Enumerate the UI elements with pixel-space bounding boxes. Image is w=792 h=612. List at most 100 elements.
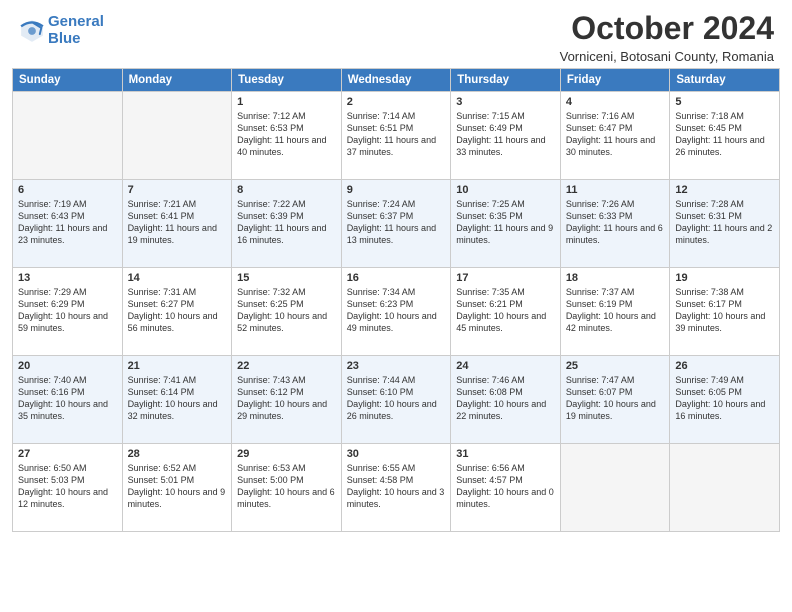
logo-general: General bbox=[48, 13, 104, 30]
calendar-cell: 30Sunrise: 6:55 AM Sunset: 4:58 PM Dayli… bbox=[341, 444, 451, 532]
logo: General Blue bbox=[18, 14, 104, 47]
calendar-week-row: 1 Sunrise: 7:12 AM Sunset: 6:53 PM Daylig… bbox=[13, 92, 780, 180]
location-subtitle: Vorniceni, Botosani County, Romania bbox=[560, 49, 774, 64]
calendar-cell bbox=[670, 444, 780, 532]
cell-info: Sunrise: 7:12 AM Sunset: 6:53 PM Dayligh… bbox=[237, 110, 336, 159]
cell-day-number: 25 bbox=[566, 360, 665, 372]
cell-day-number: 29 bbox=[237, 448, 336, 460]
calendar-body: 1 Sunrise: 7:12 AM Sunset: 6:53 PM Daylig… bbox=[13, 92, 780, 532]
cell-day-number: 6 bbox=[18, 184, 117, 196]
title-area: October 2024 Vorniceni, Botosani County,… bbox=[560, 10, 774, 64]
cell-info: Sunrise: 7:46 AM Sunset: 6:08 PM Dayligh… bbox=[456, 374, 555, 423]
cell-day-number: 1 bbox=[237, 96, 336, 108]
calendar-cell: 13Sunrise: 7:29 AM Sunset: 6:29 PM Dayli… bbox=[13, 268, 123, 356]
logo-icon bbox=[18, 17, 46, 45]
cell-day-number: 5 bbox=[675, 96, 774, 108]
calendar-cell: 19 Sunrise: 7:38 AM Sunset: 6:17 PM Dayli… bbox=[670, 268, 780, 356]
day-header-sunday: Sunday bbox=[13, 69, 123, 92]
calendar-cell: 23 Sunrise: 7:44 AM Sunset: 6:10 PM Dayli… bbox=[341, 356, 451, 444]
cell-day-number: 11 bbox=[566, 184, 665, 196]
day-header-friday: Friday bbox=[560, 69, 670, 92]
calendar-week-row: 13Sunrise: 7:29 AM Sunset: 6:29 PM Dayli… bbox=[13, 268, 780, 356]
cell-info: Sunrise: 7:25 AM Sunset: 6:35 PM Dayligh… bbox=[456, 198, 555, 247]
cell-info: Sunrise: 7:28 AM Sunset: 6:31 PM Dayligh… bbox=[675, 198, 774, 247]
day-header-wednesday: Wednesday bbox=[341, 69, 451, 92]
calendar-cell: 28 Sunrise: 6:52 AM Sunset: 5:01 PM Dayli… bbox=[122, 444, 232, 532]
calendar-cell: 27 Sunrise: 6:50 AM Sunset: 5:03 PM Dayli… bbox=[13, 444, 123, 532]
cell-info: Sunrise: 7:47 AM Sunset: 6:07 PM Dayligh… bbox=[566, 374, 665, 423]
cell-day-number: 31 bbox=[456, 448, 555, 460]
cell-day-number: 17 bbox=[456, 272, 555, 284]
cell-info: Sunrise: 7:38 AM Sunset: 6:17 PM Dayligh… bbox=[675, 286, 774, 335]
calendar-cell: 10 Sunrise: 7:25 AM Sunset: 6:35 PM Dayli… bbox=[451, 180, 561, 268]
day-header-saturday: Saturday bbox=[670, 69, 780, 92]
day-header-tuesday: Tuesday bbox=[232, 69, 342, 92]
calendar-cell: 5Sunrise: 7:18 AM Sunset: 6:45 PM Daylig… bbox=[670, 92, 780, 180]
page: General Blue October 2024 Vorniceni, Bot… bbox=[0, 0, 792, 612]
calendar-cell: 6Sunrise: 7:19 AM Sunset: 6:43 PM Daylig… bbox=[13, 180, 123, 268]
cell-day-number: 16 bbox=[347, 272, 446, 284]
calendar-cell: 12 Sunrise: 7:28 AM Sunset: 6:31 PM Dayli… bbox=[670, 180, 780, 268]
cell-day-number: 27 bbox=[18, 448, 117, 460]
cell-info: Sunrise: 7:40 AM Sunset: 6:16 PM Dayligh… bbox=[18, 374, 117, 423]
calendar-cell: 8Sunrise: 7:22 AM Sunset: 6:39 PM Daylig… bbox=[232, 180, 342, 268]
cell-day-number: 9 bbox=[347, 184, 446, 196]
cell-info: Sunrise: 7:43 AM Sunset: 6:12 PM Dayligh… bbox=[237, 374, 336, 423]
cell-day-number: 18 bbox=[566, 272, 665, 284]
calendar-cell: 22 Sunrise: 7:43 AM Sunset: 6:12 PM Dayli… bbox=[232, 356, 342, 444]
cell-day-number: 10 bbox=[456, 184, 555, 196]
day-header-thursday: Thursday bbox=[451, 69, 561, 92]
calendar-cell: 16 Sunrise: 7:34 AM Sunset: 6:23 PM Dayli… bbox=[341, 268, 451, 356]
cell-info: Sunrise: 7:21 AM Sunset: 6:41 PM Dayligh… bbox=[128, 198, 227, 247]
cell-info: Sunrise: 6:56 AM Sunset: 4:57 PM Dayligh… bbox=[456, 462, 555, 511]
cell-day-number: 24 bbox=[456, 360, 555, 372]
cell-day-number: 4 bbox=[566, 96, 665, 108]
calendar-cell: 26Sunrise: 7:49 AM Sunset: 6:05 PM Dayli… bbox=[670, 356, 780, 444]
cell-day-number: 7 bbox=[128, 184, 227, 196]
calendar-cell: 3 Sunrise: 7:15 AM Sunset: 6:49 PM Daylig… bbox=[451, 92, 561, 180]
calendar-table: SundayMondayTuesdayWednesdayThursdayFrid… bbox=[12, 68, 780, 532]
header: General Blue October 2024 Vorniceni, Bot… bbox=[0, 0, 792, 68]
cell-info: Sunrise: 7:41 AM Sunset: 6:14 PM Dayligh… bbox=[128, 374, 227, 423]
calendar-cell: 31 Sunrise: 6:56 AM Sunset: 4:57 PM Dayli… bbox=[451, 444, 561, 532]
calendar-cell: 21Sunrise: 7:41 AM Sunset: 6:14 PM Dayli… bbox=[122, 356, 232, 444]
cell-day-number: 12 bbox=[675, 184, 774, 196]
calendar-cell: 18 Sunrise: 7:37 AM Sunset: 6:19 PM Dayli… bbox=[560, 268, 670, 356]
calendar-cell: 17 Sunrise: 7:35 AM Sunset: 6:21 PM Dayli… bbox=[451, 268, 561, 356]
cell-day-number: 22 bbox=[237, 360, 336, 372]
cell-day-number: 19 bbox=[675, 272, 774, 284]
cell-info: Sunrise: 7:34 AM Sunset: 6:23 PM Dayligh… bbox=[347, 286, 446, 335]
cell-day-number: 28 bbox=[128, 448, 227, 460]
cell-info: Sunrise: 7:22 AM Sunset: 6:39 PM Dayligh… bbox=[237, 198, 336, 247]
month-title: October 2024 bbox=[560, 10, 774, 47]
calendar-cell: 9Sunrise: 7:24 AM Sunset: 6:37 PM Daylig… bbox=[341, 180, 451, 268]
cell-info: Sunrise: 7:14 AM Sunset: 6:51 PM Dayligh… bbox=[347, 110, 446, 159]
cell-info: Sunrise: 7:35 AM Sunset: 6:21 PM Dayligh… bbox=[456, 286, 555, 335]
calendar-cell: 2Sunrise: 7:14 AM Sunset: 6:51 PM Daylig… bbox=[341, 92, 451, 180]
cell-info: Sunrise: 7:29 AM Sunset: 6:29 PM Dayligh… bbox=[18, 286, 117, 335]
calendar-cell bbox=[560, 444, 670, 532]
cell-info: Sunrise: 7:15 AM Sunset: 6:49 PM Dayligh… bbox=[456, 110, 555, 159]
calendar-header-row: SundayMondayTuesdayWednesdayThursdayFrid… bbox=[13, 69, 780, 92]
logo-blue: Blue bbox=[48, 30, 81, 47]
calendar-cell: 29Sunrise: 6:53 AM Sunset: 5:00 PM Dayli… bbox=[232, 444, 342, 532]
cell-info: Sunrise: 7:44 AM Sunset: 6:10 PM Dayligh… bbox=[347, 374, 446, 423]
calendar-cell: 7 Sunrise: 7:21 AM Sunset: 6:41 PM Daylig… bbox=[122, 180, 232, 268]
cell-info: Sunrise: 7:37 AM Sunset: 6:19 PM Dayligh… bbox=[566, 286, 665, 335]
cell-info: Sunrise: 6:50 AM Sunset: 5:03 PM Dayligh… bbox=[18, 462, 117, 511]
logo-text: General Blue bbox=[48, 14, 104, 47]
calendar-week-row: 6Sunrise: 7:19 AM Sunset: 6:43 PM Daylig… bbox=[13, 180, 780, 268]
cell-info: Sunrise: 7:31 AM Sunset: 6:27 PM Dayligh… bbox=[128, 286, 227, 335]
cell-day-number: 23 bbox=[347, 360, 446, 372]
calendar-cell bbox=[13, 92, 123, 180]
cell-day-number: 20 bbox=[18, 360, 117, 372]
calendar-cell: 24 Sunrise: 7:46 AM Sunset: 6:08 PM Dayli… bbox=[451, 356, 561, 444]
cell-day-number: 3 bbox=[456, 96, 555, 108]
calendar-week-row: 27 Sunrise: 6:50 AM Sunset: 5:03 PM Dayli… bbox=[13, 444, 780, 532]
cell-day-number: 14 bbox=[128, 272, 227, 284]
cell-info: Sunrise: 7:26 AM Sunset: 6:33 PM Dayligh… bbox=[566, 198, 665, 247]
cell-info: Sunrise: 7:32 AM Sunset: 6:25 PM Dayligh… bbox=[237, 286, 336, 335]
cell-day-number: 26 bbox=[675, 360, 774, 372]
cell-info: Sunrise: 6:52 AM Sunset: 5:01 PM Dayligh… bbox=[128, 462, 227, 511]
day-header-monday: Monday bbox=[122, 69, 232, 92]
